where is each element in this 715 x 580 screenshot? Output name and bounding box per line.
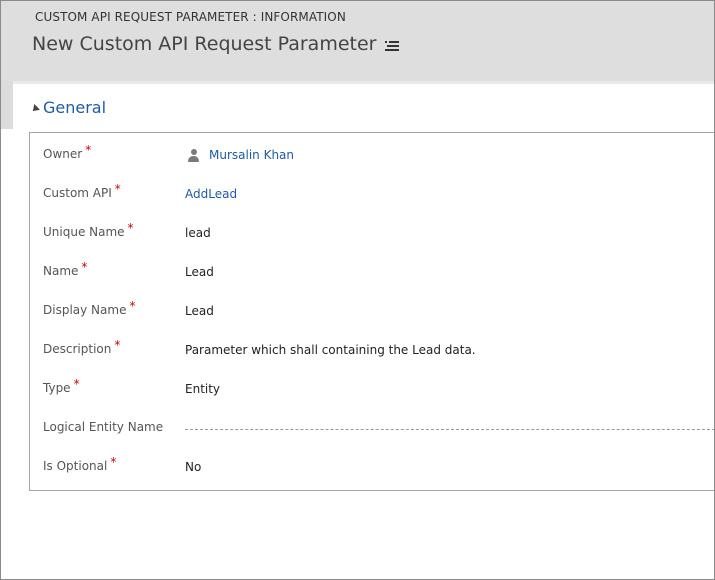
field-label-display-name: Display Name *	[43, 299, 136, 317]
field-row-type: Type * Entity	[30, 371, 714, 410]
field-label-custom-api: Custom API *	[43, 182, 121, 200]
field-row-logical-entity-name: Logical Entity Name	[30, 410, 714, 449]
custom-api-link[interactable]: AddLead	[185, 187, 237, 201]
user-icon	[188, 148, 199, 162]
form-window: CUSTOM API REQUEST PARAMETER : INFORMATI…	[0, 0, 715, 580]
left-strip	[1, 81, 13, 129]
required-marker: *	[114, 182, 121, 196]
required-marker: *	[85, 143, 92, 157]
unique-name-field[interactable]: lead	[185, 226, 211, 240]
type-field[interactable]: Entity	[185, 382, 220, 396]
section-title: General	[43, 98, 107, 117]
required-marker: *	[81, 260, 88, 274]
required-marker: *	[129, 299, 136, 313]
field-row-owner: Owner * Mursalin Khan	[30, 137, 714, 176]
form-header: CUSTOM API REQUEST PARAMETER : INFORMATI…	[1, 1, 714, 81]
collapse-triangle-icon[interactable]	[30, 103, 40, 114]
field-row-description: Description * Parameter which shall conta…	[30, 332, 714, 371]
is-optional-field[interactable]: No	[185, 460, 201, 474]
record-title-text: New Custom API Request Parameter	[32, 33, 377, 55]
section-header-general[interactable]: General	[30, 98, 107, 117]
required-marker: *	[73, 377, 80, 391]
required-marker: *	[110, 455, 117, 469]
field-label-is-optional: Is Optional *	[43, 455, 117, 473]
owner-link[interactable]: Mursalin Khan	[209, 148, 294, 162]
logical-entity-name-field[interactable]	[185, 429, 714, 430]
record-title: New Custom API Request Parameter	[32, 33, 400, 55]
general-section-fields: Owner * Mursalin Khan Custom API * AddLead…	[29, 132, 714, 491]
field-label-type: Type *	[43, 377, 80, 395]
name-field[interactable]: Lead	[185, 265, 214, 279]
field-row-is-optional: Is Optional * No	[30, 449, 714, 488]
entity-label: CUSTOM API REQUEST PARAMETER : INFORMATI…	[35, 10, 346, 24]
field-row-unique-name: Unique Name * lead	[30, 215, 714, 254]
field-label-unique-name: Unique Name *	[43, 221, 134, 239]
list-menu-icon[interactable]	[385, 40, 400, 51]
owner-lookup-value[interactable]: Mursalin Khan	[188, 148, 294, 162]
field-row-custom-api: Custom API * AddLead	[30, 176, 714, 215]
required-marker: *	[114, 338, 121, 352]
field-row-display-name: Display Name * Lead	[30, 293, 714, 332]
field-label-owner: Owner *	[43, 143, 92, 161]
field-label-description: Description *	[43, 338, 121, 356]
description-field[interactable]: Parameter which shall containing the Lea…	[185, 343, 476, 357]
field-row-name: Name * Lead	[30, 254, 714, 293]
required-marker: *	[127, 221, 134, 235]
field-label-name: Name *	[43, 260, 88, 278]
field-label-logical-entity-name: Logical Entity Name	[43, 420, 164, 434]
display-name-field[interactable]: Lead	[185, 304, 214, 318]
